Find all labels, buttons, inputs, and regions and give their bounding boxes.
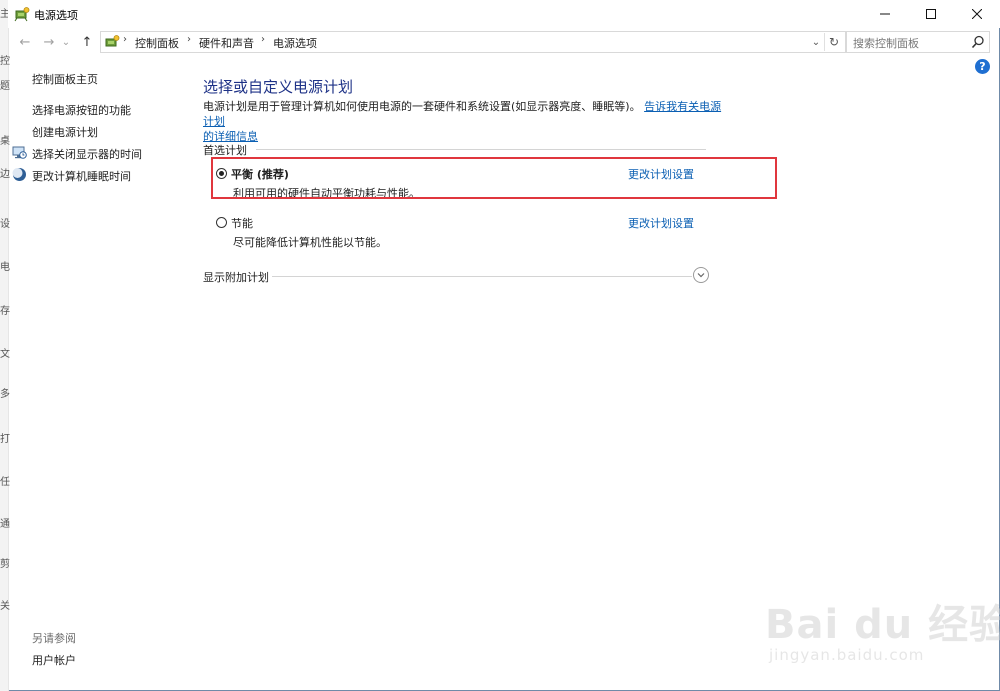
sidebar-item-sleep-time[interactable]: 更改计算机睡眠时间: [32, 168, 131, 184]
address-bar[interactable]: › 控制面板 › 硬件和声音 › 电源选项 ⌄ ↻: [100, 31, 846, 53]
watermark-url: jingyan.baidu.com: [769, 646, 925, 664]
watermark-brand: Bai du 经验: [765, 602, 1000, 648]
breadcrumb-separator[interactable]: ›: [261, 34, 265, 45]
maximize-icon: [926, 9, 936, 19]
control-panel-icon: [105, 35, 120, 47]
sidebar: 控制面板主页 选择电源按钮的功能 创建电源计划 选择关闭显示器的时间 更改计算机…: [8, 60, 188, 680]
additional-divider: [272, 276, 692, 277]
help-icon[interactable]: ?: [975, 59, 990, 74]
page-description: 电源计划是用于管理计算机如何使用电源的一套硬件和系统设置(如显示器亮度、睡眠等)…: [203, 99, 723, 144]
plan-power-saver-description: 尽可能降低计算机性能以节能。: [233, 236, 387, 249]
group-divider: [256, 149, 706, 150]
page-title: 选择或自定义电源计划: [203, 78, 354, 96]
description-text: 电源计划是用于管理计算机如何使用电源的一套硬件和系统设置(如显示器亮度、睡眠等)…: [203, 100, 641, 113]
maximize-button[interactable]: [908, 0, 954, 28]
chevron-down-icon: ⌄: [61, 36, 71, 48]
plan-power-saver-name[interactable]: 节能: [231, 215, 253, 231]
minimize-icon: [880, 13, 890, 15]
show-additional-plans-label[interactable]: 显示附加计划: [203, 269, 269, 285]
window-title: 电源选项: [34, 9, 78, 22]
moon-icon: [12, 168, 26, 181]
highlight-box: [211, 157, 777, 199]
refresh-button[interactable]: ↻: [824, 33, 843, 51]
refresh-icon: ↻: [828, 35, 840, 49]
breadcrumb-power-options[interactable]: 电源选项: [273, 35, 317, 51]
sidebar-item-create-power-plan[interactable]: 创建电源计划: [32, 124, 98, 140]
breadcrumb-separator[interactable]: ›: [187, 34, 191, 45]
back-arrow-icon: ←: [19, 34, 31, 50]
breadcrumb-hardware-sound[interactable]: 硬件和声音: [199, 35, 254, 51]
recent-locations-button[interactable]: ⌄: [60, 32, 72, 52]
breadcrumb-separator: ›: [123, 34, 127, 45]
search-icon: [971, 35, 984, 49]
user-accounts-link[interactable]: 用户帐户: [32, 652, 76, 668]
change-plan-settings-link-power-saver[interactable]: 更改计划设置: [628, 215, 694, 231]
see-also-heading: 另请参阅: [32, 632, 76, 645]
radio-power-saver[interactable]: [216, 217, 227, 228]
chevron-down-icon: ⌄: [811, 36, 821, 48]
help-glyph: ?: [979, 60, 986, 73]
forward-button[interactable]: →: [40, 32, 58, 52]
back-button[interactable]: ←: [16, 32, 34, 52]
sidebar-item-control-panel-home[interactable]: 控制面板主页: [32, 71, 98, 87]
expand-additional-plans-button[interactable]: [693, 267, 709, 283]
plan-power-saver: 节能 尽可能降低计算机性能以节能。 更改计划设置: [216, 215, 696, 251]
sidebar-item-display-off-time[interactable]: 选择关闭显示器的时间: [32, 146, 142, 162]
up-arrow-icon: ↑: [81, 34, 93, 50]
close-button[interactable]: [954, 0, 1000, 28]
title-bar[interactable]: 电源选项: [8, 0, 1000, 28]
search-input[interactable]: 搜索控制面板: [846, 31, 990, 53]
sidebar-item-power-button-function[interactable]: 选择电源按钮的功能: [32, 102, 131, 118]
chevron-down-icon: [697, 273, 705, 278]
breadcrumb-control-panel[interactable]: 控制面板: [135, 35, 179, 51]
search-placeholder: 搜索控制面板: [853, 37, 919, 50]
navigation-bar: ← → ⌄ ↑ › 控制面板 › 硬件和声音 › 电源选项 ⌄ ↻ 搜索控制面板: [8, 30, 1000, 54]
address-dropdown-button[interactable]: ⌄: [809, 33, 823, 51]
power-options-icon: [14, 7, 30, 22]
baidu-watermark: Bai du 经验 jingyan.baidu.com: [765, 580, 1000, 670]
up-button[interactable]: ↑: [78, 32, 96, 52]
forward-arrow-icon: →: [43, 34, 55, 50]
close-icon: [972, 9, 982, 19]
monitor-clock-icon: [12, 146, 27, 159]
preferred-plans-heading: 首选计划: [203, 144, 247, 157]
minimize-button[interactable]: [862, 0, 908, 28]
